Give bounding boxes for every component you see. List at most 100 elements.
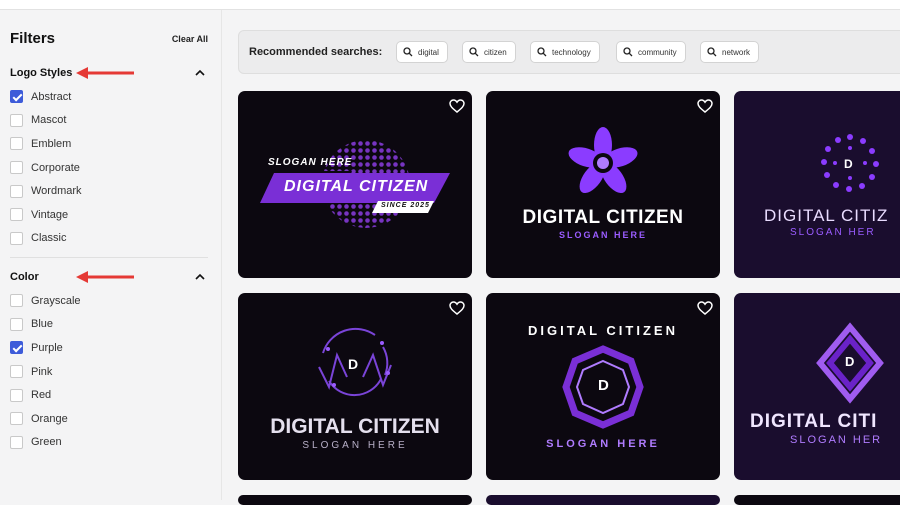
filter-option[interactable]: Purple bbox=[10, 336, 208, 360]
checkbox[interactable] bbox=[10, 317, 23, 331]
filter-option[interactable]: Wordmark bbox=[10, 179, 208, 203]
logo-card[interactable]: D DIGITAL CITIZ SLOGAN HER bbox=[734, 91, 900, 278]
logo-styles-options: Abstract Mascot Emblem Corporate Wordmark Vin… bbox=[10, 85, 208, 250]
search-chip-label: citizen bbox=[484, 47, 507, 57]
checkbox-checked[interactable] bbox=[10, 90, 23, 104]
heart-icon[interactable] bbox=[696, 299, 714, 317]
logo-styles-section: Logo Styles Abstract Mascot Emblem Corporat… bbox=[10, 65, 208, 250]
logo-preview-image bbox=[486, 495, 720, 505]
heart-icon[interactable] bbox=[696, 97, 714, 115]
checkbox[interactable] bbox=[10, 231, 23, 245]
filter-option-label: Vintage bbox=[31, 208, 69, 221]
filter-option-label: Corporate bbox=[31, 161, 80, 174]
section-divider bbox=[10, 257, 208, 258]
logo-styles-header[interactable]: Logo Styles bbox=[10, 65, 208, 83]
logo-card[interactable]: D DIGITAL CITIZEN SLOGAN HERE bbox=[238, 293, 472, 480]
logo-preview-image bbox=[734, 293, 900, 480]
logo-badge: SINCE 2025 bbox=[381, 202, 430, 209]
search-icon bbox=[403, 47, 413, 57]
logo-title: DIGITAL CITIZ bbox=[764, 206, 889, 225]
filter-option-label: Grayscale bbox=[31, 294, 81, 307]
color-header[interactable]: Color bbox=[10, 269, 208, 287]
search-chip[interactable]: network bbox=[700, 41, 760, 63]
filter-option-label: Classic bbox=[31, 232, 67, 245]
checkbox[interactable] bbox=[10, 113, 23, 127]
filter-option[interactable]: Grayscale bbox=[10, 289, 208, 313]
logo-preview-image bbox=[734, 495, 900, 505]
annotation-arrow-icon bbox=[76, 271, 134, 283]
logo-card[interactable]: D DIGITAL CITI SLOGAN HER bbox=[734, 293, 900, 480]
filter-option[interactable]: Corporate bbox=[10, 156, 208, 180]
checkbox[interactable] bbox=[10, 365, 23, 379]
filter-option[interactable]: Classic bbox=[10, 227, 208, 251]
search-chip[interactable]: digital bbox=[396, 41, 448, 63]
logo-preview-image bbox=[486, 91, 720, 278]
search-icon bbox=[469, 47, 479, 57]
filter-option-label: Abstract bbox=[31, 90, 72, 103]
filter-option-label: Pink bbox=[31, 365, 53, 378]
filters-title: Filters bbox=[10, 30, 56, 47]
checkbox[interactable] bbox=[10, 294, 23, 308]
search-chip-label: community bbox=[638, 47, 677, 57]
checkbox[interactable] bbox=[10, 184, 23, 198]
checkbox-checked[interactable] bbox=[10, 341, 23, 355]
logo-letter: D bbox=[844, 157, 853, 171]
filter-option[interactable]: Vintage bbox=[10, 203, 208, 227]
color-title: Color bbox=[10, 271, 39, 283]
filters-sidebar: Filters Clear All Logo Styles Abstract Ma… bbox=[0, 10, 222, 500]
logo-slogan: SLOGAN HERE bbox=[558, 230, 647, 240]
logo-card[interactable] bbox=[734, 495, 900, 505]
logo-title: DIGITAL CITIZEN bbox=[522, 207, 684, 228]
logo-card[interactable] bbox=[486, 495, 720, 505]
search-chip-label: digital bbox=[418, 47, 439, 57]
logo-card[interactable]: DIGITAL CITIZEN SLOGAN HERE bbox=[486, 91, 720, 278]
search-chip[interactable]: community bbox=[616, 41, 686, 63]
filter-option[interactable]: Pink bbox=[10, 360, 208, 384]
recommended-searches-label: Recommended searches: bbox=[249, 46, 383, 58]
filter-option-label: Wordmark bbox=[31, 185, 82, 198]
filter-option-label: Orange bbox=[31, 412, 68, 425]
filter-option-label: Green bbox=[31, 436, 62, 449]
top-bar bbox=[0, 0, 900, 10]
filter-option[interactable]: Mascot bbox=[10, 109, 208, 133]
chevron-up-icon[interactable] bbox=[194, 271, 206, 283]
logo-title: DIGITAL CITIZEN bbox=[284, 178, 429, 195]
chevron-up-icon[interactable] bbox=[194, 67, 206, 79]
filter-option[interactable]: Green bbox=[10, 431, 208, 455]
checkbox[interactable] bbox=[10, 208, 23, 222]
filter-option[interactable]: Red bbox=[10, 383, 208, 407]
checkbox[interactable] bbox=[10, 388, 23, 402]
checkbox[interactable] bbox=[10, 161, 23, 175]
search-chip[interactable]: technology bbox=[530, 41, 600, 63]
search-icon bbox=[707, 47, 717, 57]
logo-card[interactable] bbox=[238, 495, 472, 505]
logo-letter: D bbox=[348, 356, 359, 372]
logo-slogan: SLOGAN HER bbox=[790, 227, 876, 238]
logo-title: DIGITAL CITIZEN bbox=[528, 323, 678, 338]
search-chip[interactable]: citizen bbox=[462, 41, 516, 63]
checkbox[interactable] bbox=[10, 435, 23, 449]
search-icon bbox=[537, 47, 547, 57]
filter-option-label: Mascot bbox=[31, 114, 67, 127]
heart-icon[interactable] bbox=[448, 97, 466, 115]
clear-all-button[interactable]: Clear All bbox=[172, 34, 208, 44]
filter-option[interactable]: Emblem bbox=[10, 132, 208, 156]
heart-icon[interactable] bbox=[448, 299, 466, 317]
logo-preview-image bbox=[238, 293, 472, 480]
search-chip-label: technology bbox=[552, 47, 591, 57]
filter-option-label: Blue bbox=[31, 318, 54, 331]
checkbox[interactable] bbox=[10, 137, 23, 151]
logo-preview-image bbox=[238, 495, 472, 505]
filter-option[interactable]: Abstract bbox=[10, 85, 208, 109]
logo-card[interactable]: D DIGITAL CITIZEN SLOGAN HERE bbox=[486, 293, 720, 480]
logo-slogan: SLOGAN HERE bbox=[302, 440, 408, 451]
logo-card[interactable]: SLOGAN HERE DIGITAL CITIZEN SINCE 2025 bbox=[238, 91, 472, 278]
filter-option[interactable]: Orange bbox=[10, 407, 208, 431]
logo-letter: D bbox=[845, 354, 855, 369]
logo-styles-title: Logo Styles bbox=[10, 67, 73, 79]
search-icon bbox=[623, 47, 633, 57]
checkbox[interactable] bbox=[10, 412, 23, 426]
filter-option[interactable]: Blue bbox=[10, 313, 208, 337]
logo-slogan: SLOGAN HERE bbox=[546, 438, 660, 450]
filter-option-label: Red bbox=[31, 389, 52, 402]
